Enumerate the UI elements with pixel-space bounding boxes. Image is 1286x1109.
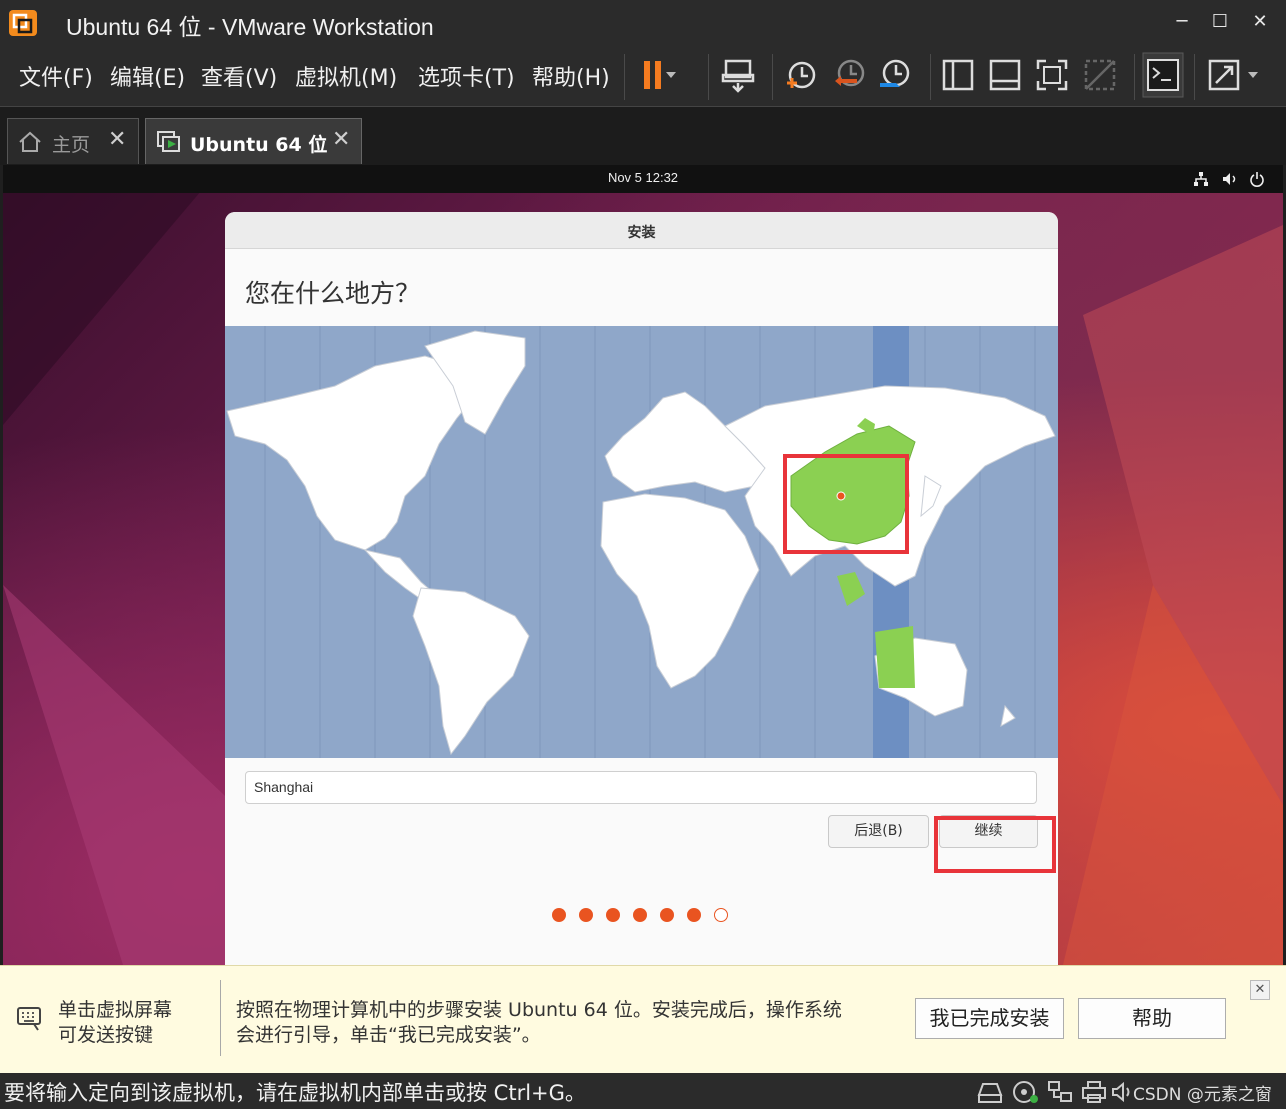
toolbar-separator — [1134, 54, 1135, 100]
send-ctrl-alt-del-icon[interactable] — [719, 55, 759, 95]
console-view-icon[interactable] — [1142, 52, 1184, 98]
close-window-button[interactable]: ✕ — [1240, 2, 1280, 42]
done-installing-button[interactable]: 我已完成安装 — [915, 998, 1064, 1039]
menu-help[interactable]: 帮助(H) — [532, 60, 610, 92]
cd-drive-icon[interactable] — [1011, 1079, 1041, 1105]
location-field[interactable]: Shanghai — [245, 771, 1037, 804]
notify-message-line2: 会进行引导，单击“我已完成安装”。 — [236, 1024, 541, 1046]
page-heading: 您在什么地方？ — [245, 279, 421, 308]
progress-dot — [552, 908, 566, 922]
toolbar-separator — [708, 54, 709, 100]
tab-home[interactable]: 主页 ✕ — [7, 118, 139, 164]
toolbar-separator — [624, 54, 625, 100]
revert-snapshot-icon[interactable] — [829, 55, 869, 95]
tab-ubuntu-label: Ubuntu 64 位 — [190, 134, 328, 156]
tab-close-icon[interactable]: ✕ — [332, 127, 350, 152]
window-title: Ubuntu 64 位 - VMware Workstation — [66, 14, 434, 40]
tab-ubuntu[interactable]: Ubuntu 64 位 ✕ — [145, 118, 362, 164]
toolbar-separator — [772, 54, 773, 100]
home-icon — [19, 131, 41, 152]
progress-dot — [714, 908, 728, 922]
progress-dot — [660, 908, 674, 922]
close-notification-icon[interactable]: ✕ — [1250, 980, 1270, 1000]
vm-running-icon — [157, 131, 180, 152]
toolbar-separator — [930, 54, 931, 100]
installer-dialog: 安装 您在什么地方？ Shanghai 后退(B) 继续 — [225, 212, 1058, 965]
tab-home-label: 主页 — [52, 134, 91, 156]
progress-dot — [606, 908, 620, 922]
full-screen-icon[interactable] — [1032, 55, 1072, 95]
vmware-logo-icon — [9, 10, 37, 36]
gnome-top-bar: Nov 5 12:32 — [3, 165, 1283, 193]
progress-dot — [579, 908, 593, 922]
toolbar-separator — [1194, 54, 1195, 100]
tab-close-icon[interactable]: ✕ — [108, 127, 126, 152]
hard-disk-icon[interactable] — [975, 1079, 1005, 1105]
timezone-map[interactable] — [225, 326, 1058, 758]
snapshot-icon[interactable] — [781, 55, 821, 95]
library-view-icon[interactable] — [938, 55, 978, 95]
csdn-watermark: CSDN @元素之窗 — [1133, 1085, 1272, 1105]
menu-tabs[interactable]: 选项卡(T) — [418, 60, 515, 92]
keyboard-icon — [17, 1007, 41, 1031]
title-bar: Ubuntu 64 位 - VMware Workstation ─ ☐ ✕ — [0, 0, 1286, 46]
network-icon[interactable] — [1193, 171, 1209, 187]
vm-screen[interactable]: Nov 5 12:32 安装 您在什么地方？ Shanghai 后退(B) 继续 — [3, 165, 1283, 965]
unity-mode-icon[interactable] — [1080, 55, 1120, 95]
progress-dot — [633, 908, 647, 922]
location-value: Shanghai — [254, 779, 314, 795]
sound-icon[interactable] — [1110, 1079, 1134, 1105]
clock[interactable]: Nov 5 12:32 — [3, 170, 1283, 185]
snapshot-manager-icon[interactable] — [876, 55, 916, 95]
progress-dots — [552, 908, 732, 928]
thumbnail-view-icon[interactable] — [985, 55, 1025, 95]
printer-icon[interactable] — [1080, 1079, 1108, 1105]
dialog-header: 安装 — [225, 212, 1058, 249]
pause-icon[interactable] — [636, 55, 676, 95]
world-map[interactable] — [225, 326, 1058, 758]
power-icon[interactable] — [1249, 171, 1265, 187]
menu-edit[interactable]: 编辑(E) — [110, 60, 185, 92]
network-adapter-icon[interactable] — [1046, 1079, 1076, 1105]
notify-divider — [220, 980, 221, 1056]
menu-file[interactable]: 文件(F) — [19, 60, 93, 92]
progress-dot — [687, 908, 701, 922]
volume-icon[interactable] — [1221, 171, 1239, 187]
menu-vm[interactable]: 虚拟机(M) — [295, 60, 397, 92]
hint-line1: 单击虚拟屏幕 — [58, 999, 173, 1021]
maximize-button[interactable]: ☐ — [1200, 2, 1240, 42]
continue-highlight-box — [934, 816, 1056, 873]
install-notification-bar: 单击虚拟屏幕 可发送按键 按照在物理计算机中的步骤安装 Ubuntu 64 位。… — [0, 965, 1286, 1074]
status-bar: 要将输入定向到该虚拟机，请在虚拟机内部单击或按 Ctrl+G。 CSDN @元素… — [0, 1073, 1286, 1109]
help-button[interactable]: 帮助 — [1078, 998, 1226, 1039]
menu-view[interactable]: 查看(V) — [201, 60, 277, 92]
status-text: 要将输入定向到该虚拟机，请在虚拟机内部单击或按 Ctrl+G。 — [4, 1081, 586, 1105]
stretch-view-icon[interactable] — [1204, 55, 1268, 95]
notify-message-line1: 按照在物理计算机中的步骤安装 Ubuntu 64 位。安装完成后，操作系统 — [236, 999, 842, 1021]
china-highlight-box — [783, 454, 909, 554]
minimize-button[interactable]: ─ — [1162, 2, 1202, 42]
dialog-title: 安装 — [627, 225, 656, 241]
back-button[interactable]: 后退(B) — [828, 815, 929, 848]
hint-line2: 可发送按键 — [58, 1024, 154, 1046]
